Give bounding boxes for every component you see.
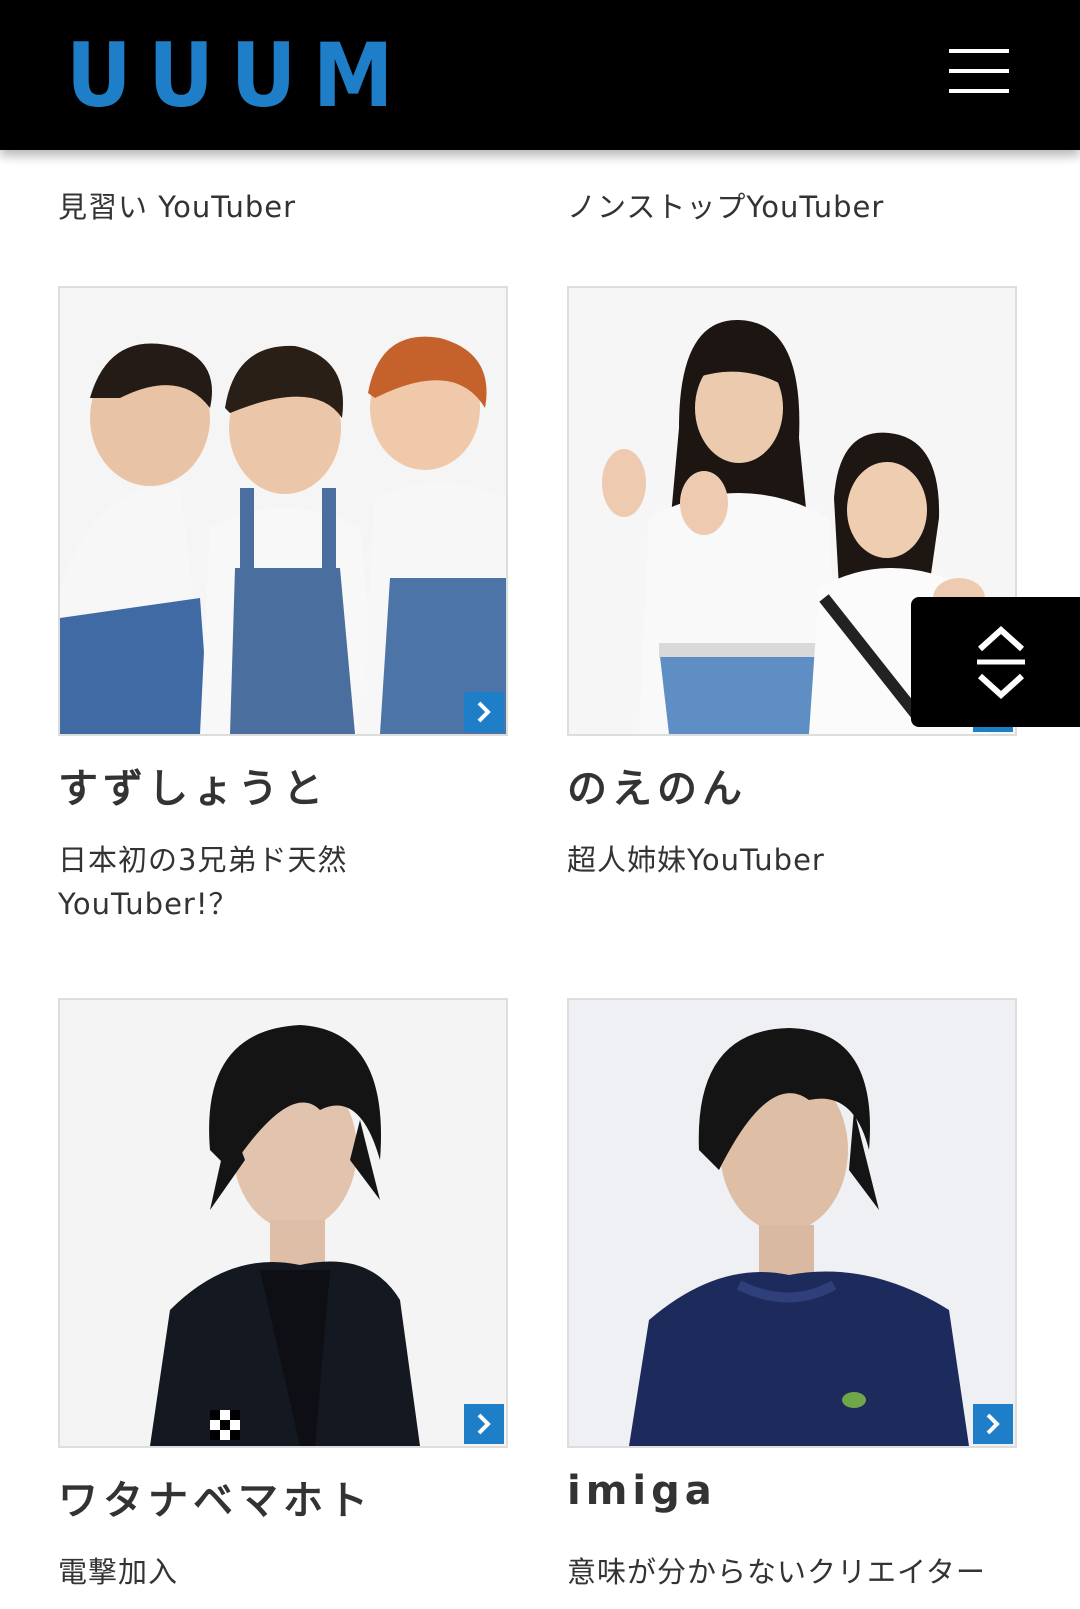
creator-card[interactable]: imiga 意味が分からないクリエイター [567,998,1017,1589]
creator-card[interactable]: すずしょうと 日本初の3兄弟ド天然YouTuber!？ [58,286,508,921]
site-header: UUUM [0,0,1080,150]
creator-photo[interactable] [567,998,1017,1448]
creator-description: 意味が分からないクリエイター [567,1555,986,1589]
creator-description: 見習い YouTuber [58,190,297,224]
creator-photo[interactable] [58,286,508,736]
scroll-up-down-icon [977,625,1025,700]
creator-name[interactable]: ワタナベマホト [58,1468,373,1526]
chevron-right-icon[interactable] [464,692,504,732]
creator-name[interactable]: すずしょうと [58,756,328,814]
creator-description: 日本初の3兄弟ド天然YouTuber!？ [58,843,348,921]
creator-description: 超人姉妹YouTuber [567,843,825,877]
creator-description: ノンストップYouTuber [567,190,885,224]
scroll-up-down-button[interactable] [911,597,1080,727]
creator-photo[interactable] [58,998,508,1448]
creator-description: 電撃加入 [58,1555,179,1589]
creator-name[interactable]: のえのん [567,756,747,814]
chevron-right-icon[interactable] [464,1404,504,1444]
hamburger-menu-icon[interactable] [947,45,1011,97]
creator-card[interactable]: ワタナベマホト 電撃加入 [58,998,508,1589]
uuum-logo[interactable]: UUUM [66,26,410,126]
creator-list: 見習い YouTuber ノンストップYouTuber すずしょうと 日本初の3… [0,150,1080,1609]
creator-name[interactable]: imiga [567,1468,717,1514]
chevron-right-icon[interactable] [973,1404,1013,1444]
